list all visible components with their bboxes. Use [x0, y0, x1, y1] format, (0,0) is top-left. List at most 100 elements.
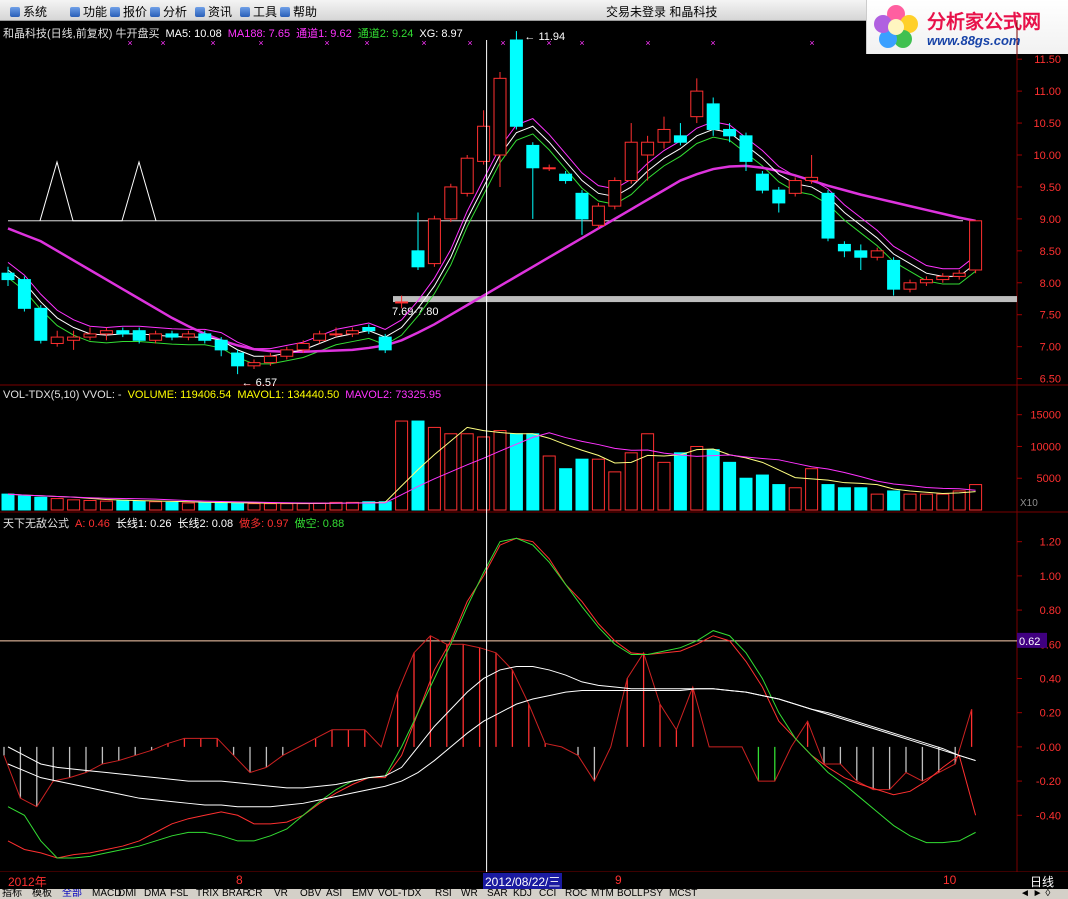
candle	[690, 90, 704, 118]
signal-mark: ×	[324, 38, 329, 48]
tab-dma[interactable]: DMA	[144, 889, 166, 899]
price-tick-label: 9.00	[1040, 214, 1061, 226]
candle	[936, 275, 950, 281]
candle	[788, 180, 802, 194]
candle	[345, 330, 359, 335]
a-line	[3, 635, 973, 808]
candle	[198, 333, 212, 341]
tab-brar[interactable]: BRAR	[222, 889, 250, 899]
volume-bar	[624, 452, 638, 511]
candle	[99, 330, 113, 335]
tab-trix[interactable]: TRIX	[196, 889, 219, 899]
tab-wr[interactable]: WR	[461, 889, 478, 899]
high-label: ← 11.94	[524, 31, 565, 43]
volume-bar	[608, 471, 622, 511]
signal-mark: ×	[500, 38, 505, 48]
tab-roc[interactable]: ROC	[565, 889, 587, 899]
tab-指标[interactable]: 指标	[2, 889, 22, 899]
tab-cci[interactable]: CCI	[539, 889, 556, 899]
candle	[952, 272, 966, 277]
volume-bar	[116, 499, 130, 511]
price-tick-label: 6.50	[1040, 374, 1061, 386]
tab-sar[interactable]: SAR	[487, 889, 508, 899]
tab-mtm[interactable]: MTM	[591, 889, 614, 899]
date-month10: 10	[943, 873, 957, 887]
tab-cr[interactable]: CR	[248, 889, 262, 899]
tab-boll[interactable]: BOLL	[617, 889, 643, 899]
tab-emv[interactable]: EMV	[352, 889, 374, 899]
candle	[50, 336, 64, 344]
volume-bar	[706, 449, 720, 511]
candle	[362, 327, 376, 332]
volume-bar	[313, 502, 327, 511]
volume-bar	[280, 503, 294, 511]
signal-mark: ×	[210, 38, 215, 48]
candle	[296, 342, 310, 351]
tab-asi[interactable]: ASI	[326, 889, 342, 899]
tab-mcst[interactable]: MCST	[669, 889, 697, 899]
volume-tick-label: 5000	[1037, 473, 1061, 485]
candle	[526, 144, 540, 169]
tab-kdj[interactable]: KDJ	[513, 889, 532, 899]
channel2-line	[7, 133, 976, 365]
candle	[739, 135, 753, 162]
volume-bar	[460, 433, 474, 511]
volume-bar	[936, 493, 950, 511]
tab-obv[interactable]: OBV	[300, 889, 321, 899]
candle	[821, 192, 835, 239]
volume-bar	[132, 500, 146, 511]
candle	[870, 250, 884, 258]
candle	[755, 173, 769, 191]
tab-vr[interactable]: VR	[274, 889, 288, 899]
candle	[477, 125, 491, 162]
tab-模板[interactable]: 模板	[32, 889, 52, 899]
ma5-line	[7, 125, 976, 357]
candle	[591, 205, 605, 226]
indicator-tick-label: 1.20	[1040, 537, 1061, 549]
volume-bar	[952, 490, 966, 511]
tab-vol-tdx[interactable]: VOL-TDX	[378, 889, 421, 899]
candle	[641, 141, 655, 156]
volume-bar	[247, 503, 261, 511]
tab-rsi[interactable]: RSI	[435, 889, 452, 899]
volume-bar	[67, 499, 81, 511]
volume-bar	[1, 493, 15, 511]
candle	[509, 39, 523, 127]
candle	[247, 362, 261, 367]
candle	[723, 128, 737, 137]
candle	[17, 279, 31, 309]
signal-mark: ×	[809, 38, 814, 48]
volume-bar	[509, 433, 523, 511]
candle	[427, 218, 441, 265]
tab-fsl[interactable]: FSL	[170, 889, 188, 899]
candle	[575, 192, 589, 220]
candle	[559, 173, 573, 182]
volume-bar	[821, 484, 835, 511]
tab-dmi[interactable]: DMI	[118, 889, 136, 899]
volume-bar	[837, 487, 851, 511]
candle	[969, 220, 983, 271]
volume-bar	[165, 501, 179, 511]
tab-scroll-arrows[interactable]: ◄ ► ◊	[1020, 889, 1050, 899]
candle	[149, 333, 163, 341]
candle	[411, 250, 425, 268]
volume-bar	[198, 502, 212, 511]
stock-chart[interactable]: 11.50 11.00 10.50 10.00 9.50 9.00 8.50 8.00 7.50…	[0, 0, 1068, 872]
volume-bar	[526, 433, 540, 511]
signal-mark: ×	[160, 38, 165, 48]
volume-bar	[231, 502, 245, 511]
volume-bar	[739, 477, 753, 511]
candle	[837, 243, 851, 252]
candle	[706, 103, 720, 130]
volume-bar	[755, 474, 769, 511]
volume-bar	[559, 468, 573, 511]
candle	[460, 157, 474, 194]
volume-bar	[542, 455, 556, 511]
price-tick-label: 10.00	[1033, 150, 1061, 162]
candle	[280, 349, 294, 357]
candle	[1, 272, 15, 281]
volume-bar	[575, 458, 589, 511]
candle	[181, 333, 195, 338]
tab-全部[interactable]: 全部	[62, 889, 82, 899]
tab-psy[interactable]: PSY	[643, 889, 663, 899]
